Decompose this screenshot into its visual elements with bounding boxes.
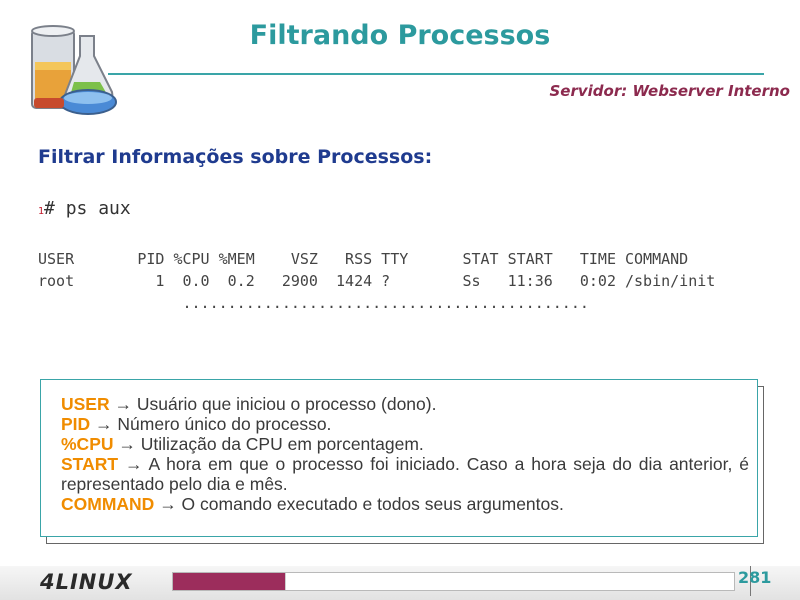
definition-text: → Número único do processo. [90, 414, 332, 434]
definition-term: USER [61, 394, 110, 414]
definition-item: PID → Número único do processo. [61, 414, 749, 434]
definitions-box: USER → Usuário que iniciou o processo (d… [40, 379, 758, 537]
definition-term: PID [61, 414, 91, 434]
definition-term: START [61, 454, 119, 474]
page-number: 281 [738, 568, 772, 587]
definition-item: USER → Usuário que iniciou o processo (d… [61, 394, 749, 414]
brand-logo: 4LINUX [40, 570, 133, 594]
definition-item: START → A hora em que o processo foi ini… [61, 454, 749, 494]
definition-item: %CPU → Utilização da CPU em porcentagem. [61, 434, 749, 454]
slide-subtitle: Servidor: Webserver Interno [549, 82, 790, 100]
definition-text: → O comando executado e todos seus argum… [154, 494, 564, 514]
definition-text: → A hora em que o processo foi iniciado.… [61, 454, 749, 494]
section-heading: Filtrar Informações sobre Processos: [38, 146, 433, 168]
command-text: # ps aux [44, 198, 131, 219]
definition-term: %CPU [61, 434, 114, 454]
definition-text: → Utilização da CPU em porcentagem. [113, 434, 424, 454]
ps-data-row: root 1 0.0 0.2 2900 1424 ? Ss 11:36 0:02… [38, 272, 716, 290]
command-line: 1# ps aux [38, 198, 131, 219]
progress-frame [172, 572, 735, 591]
definitions-list: USER → Usuário que iniciou o processo (d… [61, 394, 749, 514]
ps-header-row: USER PID %CPU %MEM VSZ RSS TTY STAT STAR… [38, 250, 689, 268]
definition-item: COMMAND → O comando executado e todos se… [61, 494, 749, 514]
definition-term: COMMAND [61, 494, 155, 514]
definition-text: → Usuário que iniciou o processo (dono). [109, 394, 437, 414]
title-divider [108, 73, 764, 75]
ps-output: USER PID %CPU %MEM VSZ RSS TTY STAT STAR… [38, 248, 715, 314]
ps-ellipsis: ........................................… [38, 294, 589, 312]
slide-title: Filtrando Processos [249, 20, 551, 51]
